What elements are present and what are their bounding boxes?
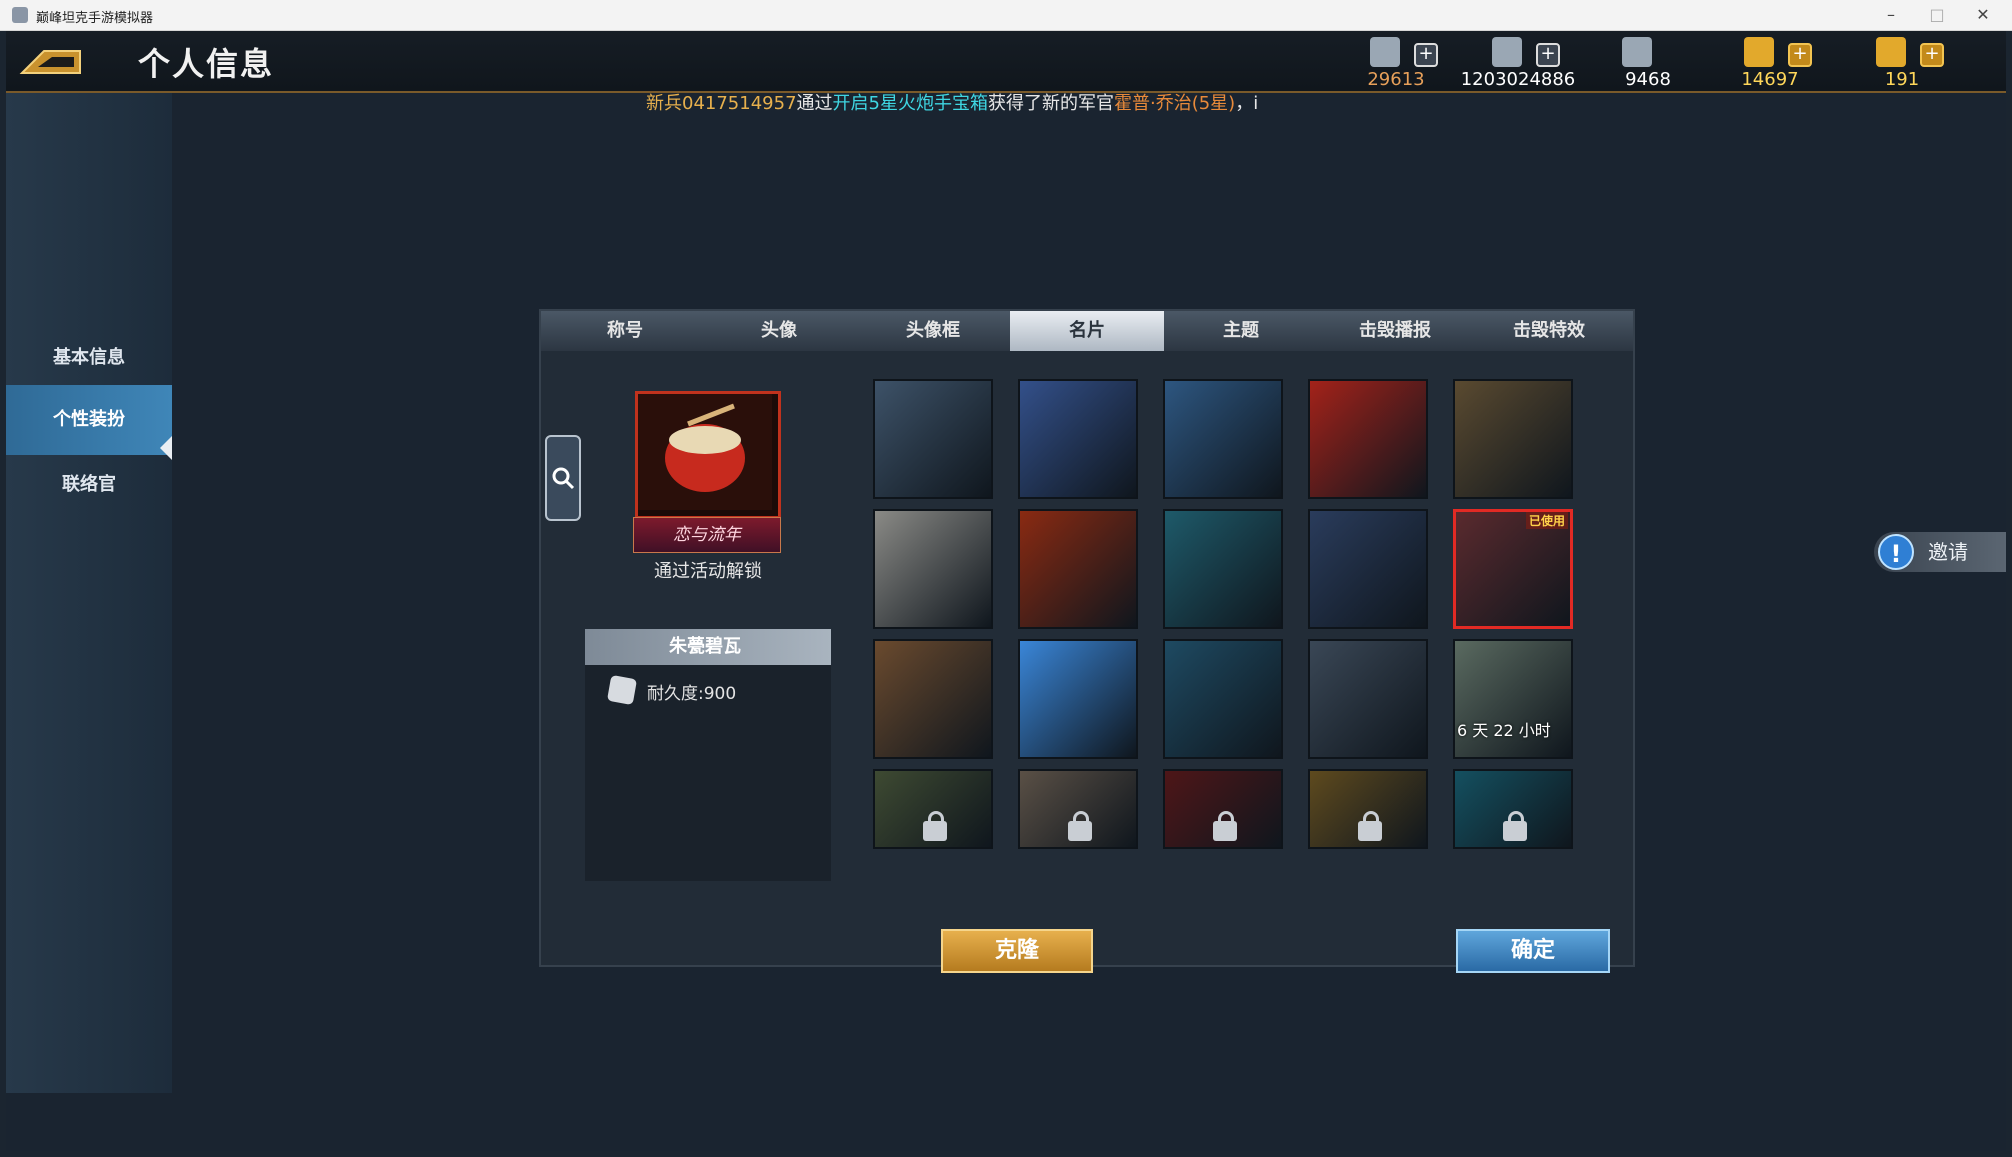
tab-5[interactable]: 击毁播报 <box>1318 311 1472 351</box>
search-icon <box>552 467 575 490</box>
add-cash-icon[interactable]: + <box>1536 43 1560 67</box>
active-indicator-icon <box>160 436 172 460</box>
card-flame[interactable] <box>1018 509 1138 629</box>
card-steel-pattern[interactable] <box>873 379 993 499</box>
durability-value: 耐久度:900 <box>647 684 737 704</box>
game-viewport: 个人信息 +29613 +1203024886 9468 +14697 +191 新兵0… <box>6 31 2006 1151</box>
sidebar: 基本信息 个性装扮 联络官 <box>6 93 172 1093</box>
app-icon <box>12 7 28 23</box>
tab-0[interactable]: 称号 <box>548 311 702 351</box>
tab-bar: 称号 头像 头像框 名片 主题 击毁播报 击毁特效 <box>541 311 1633 351</box>
drum-icon <box>638 394 772 510</box>
card-stripes[interactable] <box>1018 769 1138 849</box>
card-teal-pattern[interactable] <box>1163 639 1283 759</box>
back-arrow-icon <box>19 50 81 74</box>
card-landscape[interactable]: 6 天 22 小时 <box>1453 639 1573 759</box>
close-button[interactable]: ✕ <box>1972 4 1994 26</box>
card-info-box: 朱甍碧瓦 耐久度:900 <box>585 629 831 881</box>
gold-bars-icon <box>1744 37 1774 67</box>
minimize-button[interactable]: – <box>1880 4 1902 26</box>
durability-icon <box>606 674 638 706</box>
customize-panel: 称号 头像 头像框 名片 主题 击毁播报 击毁特效 恋与流年 通过活动解锁 朱甍碧瓦 耐久度… <box>539 309 1635 973</box>
card-blue-star[interactable] <box>1018 379 1138 499</box>
sidebar-item-customize[interactable]: 个性装扮 <box>6 385 172 455</box>
tab-6[interactable]: 击毁特效 <box>1472 311 1626 351</box>
lock-icon <box>1503 811 1527 841</box>
resource-value: 1203024886 <box>1460 69 1576 90</box>
card-gray-books[interactable] <box>1308 639 1428 759</box>
window-titlebar: 巅峰坦克手游模拟器 – □ ✕ <box>0 0 2012 31</box>
maximize-button[interactable]: □ <box>1926 4 1948 26</box>
card-preview <box>635 391 781 519</box>
oil-barrel-icon <box>1622 37 1652 67</box>
add-rocket-icon[interactable]: + <box>1920 43 1944 67</box>
resource-rocket: +191 <box>1852 33 1992 91</box>
tab-3[interactable]: 名片 <box>1010 311 1164 351</box>
cash-icon <box>1492 37 1522 67</box>
resource-value: 9468 <box>1625 69 1671 90</box>
window-title: 巅峰坦克手游模拟器 <box>36 11 154 26</box>
invite-button[interactable]: ! 邀请 <box>1874 532 2006 572</box>
card-red-flag[interactable] <box>1308 379 1428 499</box>
card-dark-red[interactable] <box>1163 769 1283 849</box>
card-name-header: 朱甍碧瓦 <box>585 629 831 665</box>
card-title-banner: 恋与流年 <box>633 517 781 553</box>
ticker-box: 开启5星火炮手宝箱 <box>832 93 988 114</box>
resource-cash: +1203024886 <box>1461 33 1608 91</box>
resource-value: 29613 <box>1367 69 1425 90</box>
ticker-text: 通过 <box>796 93 833 114</box>
card-hexagon[interactable] <box>1163 509 1283 629</box>
rocket-icon <box>1876 37 1906 67</box>
invite-label: 邀请 <box>1928 540 1968 564</box>
card-red-swirl[interactable]: 已使用 <box>1453 509 1573 629</box>
card-ocean[interactable] <box>1453 769 1573 849</box>
clone-button[interactable]: 克隆 <box>941 929 1093 973</box>
card-name: 朱甍碧瓦 <box>669 636 741 657</box>
confirm-button[interactable]: 确定 <box>1456 929 1610 973</box>
card-tank-silhouette[interactable] <box>1163 379 1283 499</box>
search-button[interactable] <box>545 435 581 521</box>
add-gold-bars-icon[interactable]: + <box>1788 43 1812 67</box>
exclamation-icon: ! <box>1878 534 1914 570</box>
sidebar-item-liaison[interactable]: 联络官 <box>6 450 172 520</box>
in-use-badge: 已使用 <box>1525 512 1568 529</box>
ticker-player: 新兵0417514957 <box>646 93 797 114</box>
top-bar: 个人信息 +29613 +1203024886 9468 +14697 +191 <box>6 31 2006 93</box>
expiry-timer: 6 天 22 小时 <box>1457 721 1551 740</box>
medal-icon <box>1370 37 1400 67</box>
ticker-officer: 霍普·乔治(5星) <box>1113 93 1236 114</box>
card-camo[interactable] <box>873 769 993 849</box>
card-blue-diamond[interactable] <box>1018 639 1138 759</box>
lock-icon <box>1213 811 1237 841</box>
resource-value: 191 <box>1884 69 1920 90</box>
ticker-text: 获得了新的军官 <box>987 93 1114 114</box>
lock-icon <box>1068 811 1092 841</box>
unlock-hint: 通过活动解锁 <box>654 561 762 582</box>
resource-value: 14697 <box>1741 69 1799 90</box>
add-medal-icon[interactable]: + <box>1414 43 1438 67</box>
tab-4[interactable]: 主题 <box>1164 311 1318 351</box>
card-blue-geometric[interactable] <box>1308 509 1428 629</box>
resource-gold-bars: +14697 <box>1720 33 1860 91</box>
ticker-text: ，i <box>1235 93 1259 114</box>
broadcast-ticker: 新兵0417514957通过开启5星火炮手宝箱获得了新的军官霍普·乔治(5星)，… <box>646 89 1258 115</box>
back-button[interactable] <box>18 43 84 79</box>
card-metal-plate[interactable] <box>873 509 993 629</box>
card-dark-gold[interactable] <box>1308 769 1428 849</box>
page-title: 个人信息 <box>138 45 275 83</box>
card-brown-floral[interactable] <box>873 639 993 759</box>
tab-1[interactable]: 头像 <box>702 311 856 351</box>
card-gold-stars[interactable] <box>1453 379 1573 499</box>
lock-icon <box>923 811 947 841</box>
sidebar-item-basic-info[interactable]: 基本信息 <box>6 323 172 393</box>
tab-2[interactable]: 头像框 <box>856 311 1010 351</box>
banner-text: 恋与流年 <box>673 525 741 545</box>
lock-icon <box>1358 811 1382 841</box>
